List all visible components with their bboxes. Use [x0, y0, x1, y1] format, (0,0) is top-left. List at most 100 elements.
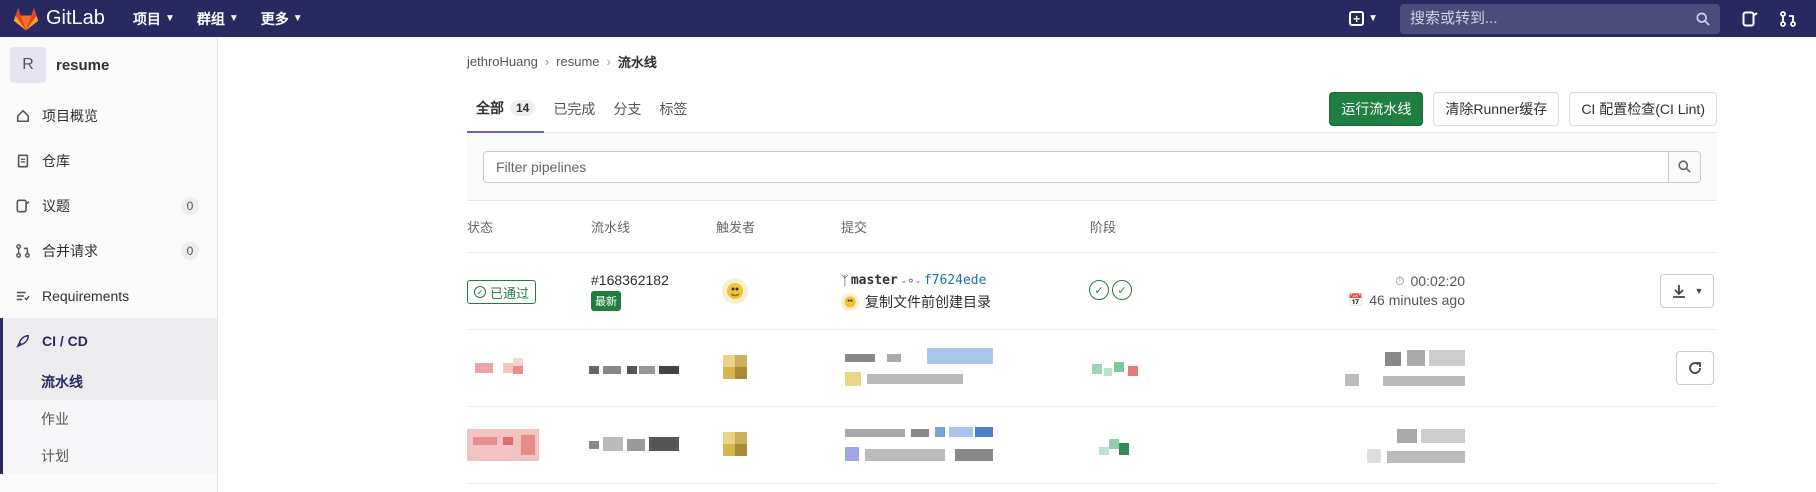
project-header[interactable]: R resume [0, 37, 217, 93]
menu-more-label: 更多 [260, 10, 289, 27]
menu-groups-label: 群组 [196, 10, 225, 27]
download-artifacts-dropdown[interactable]: ▼ [1660, 274, 1714, 308]
pipeline-id-link[interactable]: #168362182 [591, 272, 669, 288]
project-sidebar: R resume 项目概览 仓库 议题 0 合并请求 0 Requirement… [0, 37, 218, 492]
sidebar-item-label: 项目概览 [42, 107, 98, 124]
branch-link[interactable]: master [851, 273, 898, 288]
sidebar-subitem-label: 计划 [41, 447, 69, 464]
blurred-timing [1367, 427, 1465, 467]
blurred-stages [1099, 435, 1135, 457]
stage-passed-icon[interactable]: ✓ [1089, 280, 1109, 300]
merge-request-icon[interactable] [1778, 9, 1798, 29]
breadcrumb-current[interactable]: 流水线 [618, 52, 657, 71]
issues-count-badge: 0 [181, 196, 199, 215]
blurred-pipeline-id [589, 366, 679, 376]
chevron-down-icon: ▼ [1694, 286, 1704, 296]
ci-lint-button[interactable]: CI 配置检查(CI Lint) [1569, 91, 1717, 126]
header-triggerer: 触发者 [716, 220, 756, 235]
merge-request-icon [14, 242, 32, 260]
sidebar-item-issues[interactable]: 议题 0 [0, 183, 217, 228]
requirements-icon [14, 287, 32, 305]
filter-pipelines-input[interactable]: Filter pipelines [483, 150, 1669, 183]
sidebar-item-repository[interactable]: 仓库 [0, 138, 217, 183]
commit-message-link[interactable]: 复制文件前创建目录 [865, 292, 991, 312]
tab-finished[interactable]: 已完成 [544, 85, 604, 133]
commit-sha-link[interactable]: f7624ede [924, 273, 987, 288]
menu-groups[interactable]: 群组 ▼ [197, 9, 239, 29]
status-badge[interactable]: ✓ 已通过 [467, 280, 537, 304]
pipeline-finished-time: 46 minutes ago [1369, 292, 1465, 308]
timer-icon: ⏱ [1395, 273, 1405, 288]
breadcrumb: jethroHuang › resume › 流水线 [467, 37, 1717, 85]
chevron-down-icon: ▼ [164, 13, 175, 24]
header-stages: 阶段 [1090, 220, 1117, 235]
blurred-avatar [723, 432, 749, 458]
search-icon [1696, 11, 1710, 26]
filter-search-button[interactable] [1669, 150, 1701, 183]
download-icon [1672, 285, 1685, 298]
tab-label: 标签 [659, 100, 688, 117]
filter-bar: Filter pipelines [467, 133, 1717, 201]
gitlab-logo[interactable]: GitLab [12, 5, 105, 33]
sidebar-subitem-schedules[interactable]: 计划 [0, 437, 217, 474]
pipeline-tabs-row: 全部 14 已完成 分支 标签 运行流水线 清除Runner缓存 CI 配置检查… [467, 85, 1717, 133]
document-icon [14, 152, 32, 170]
header-commit: 提交 [841, 220, 868, 235]
new-item-dropdown[interactable]: + ▼ [1349, 11, 1378, 26]
blurred-stages [1092, 358, 1142, 380]
tab-label: 全部 [476, 99, 504, 116]
avatar[interactable] [722, 278, 748, 304]
blurred-commit [845, 425, 995, 465]
sidebar-item-label: 议题 [42, 197, 70, 214]
global-search [1400, 3, 1720, 34]
chevron-down-icon: ▼ [292, 13, 303, 24]
branch-icon: ᛉ [841, 273, 849, 288]
blurred-avatar [723, 355, 749, 381]
tab-branches[interactable]: 分支 [604, 85, 650, 133]
sidebar-item-overview[interactable]: 项目概览 [0, 93, 217, 138]
menu-more[interactable]: 更多 ▼ [261, 9, 303, 29]
chevron-right-icon: › [544, 53, 550, 69]
issues-icon[interactable] [1740, 9, 1760, 29]
sidebar-item-label: CI / CD [42, 332, 88, 349]
sidebar-item-requirements[interactable]: Requirements [0, 273, 217, 318]
sidebar-item-label: 仓库 [42, 152, 70, 169]
header-status: 状态 [467, 220, 494, 235]
stage-passed-icon[interactable]: ✓ [1112, 280, 1132, 300]
user-avatar-icon [727, 283, 743, 299]
sidebar-subitem-pipelines[interactable]: 流水线 [0, 363, 217, 400]
run-pipeline-button[interactable]: 运行流水线 [1329, 91, 1424, 126]
chevron-down-icon: ▼ [1368, 13, 1378, 24]
clear-runner-cache-button[interactable]: 清除Runner缓存 [1433, 91, 1560, 126]
refresh-icon [1689, 362, 1701, 374]
sidebar-subitem-jobs[interactable]: 作业 [0, 400, 217, 437]
check-circle-icon: ✓ [474, 286, 486, 298]
latest-badge: 最新 [591, 291, 621, 311]
retry-pipeline-button[interactable] [1676, 351, 1714, 385]
search-input[interactable] [1410, 10, 1670, 27]
sidebar-subitem-label: 流水线 [41, 373, 83, 390]
tab-count-badge: 14 [510, 99, 536, 116]
plus-square-icon: + [1349, 11, 1365, 26]
blurred-status [475, 358, 531, 375]
table-row [467, 330, 1717, 407]
commit-icon: -⚬- [901, 273, 920, 288]
table-row: ✓ 已通过 #168362182 最新 ᛉ master -⚬- f7624ed… [467, 253, 1717, 330]
merge-requests-count-badge: 0 [181, 241, 199, 260]
tab-label: 分支 [613, 100, 642, 117]
menu-projects[interactable]: 项目 ▼ [133, 9, 175, 29]
blurred-status [467, 429, 539, 461]
project-name: resume [56, 56, 110, 74]
breadcrumb-user[interactable]: jethroHuang [467, 54, 538, 69]
sidebar-item-merge-requests[interactable]: 合并请求 0 [0, 228, 217, 273]
sidebar-item-ci-cd[interactable]: CI / CD [0, 318, 217, 363]
chevron-right-icon: › [606, 53, 611, 69]
breadcrumb-project[interactable]: resume [556, 54, 599, 69]
tab-tags[interactable]: 标签 [650, 85, 696, 133]
status-label: 已通过 [490, 285, 530, 301]
search-icon [1678, 160, 1691, 173]
table-row [467, 407, 1717, 484]
blurred-commit [845, 348, 995, 388]
avatar [841, 293, 859, 311]
tab-all[interactable]: 全部 14 [467, 85, 545, 133]
